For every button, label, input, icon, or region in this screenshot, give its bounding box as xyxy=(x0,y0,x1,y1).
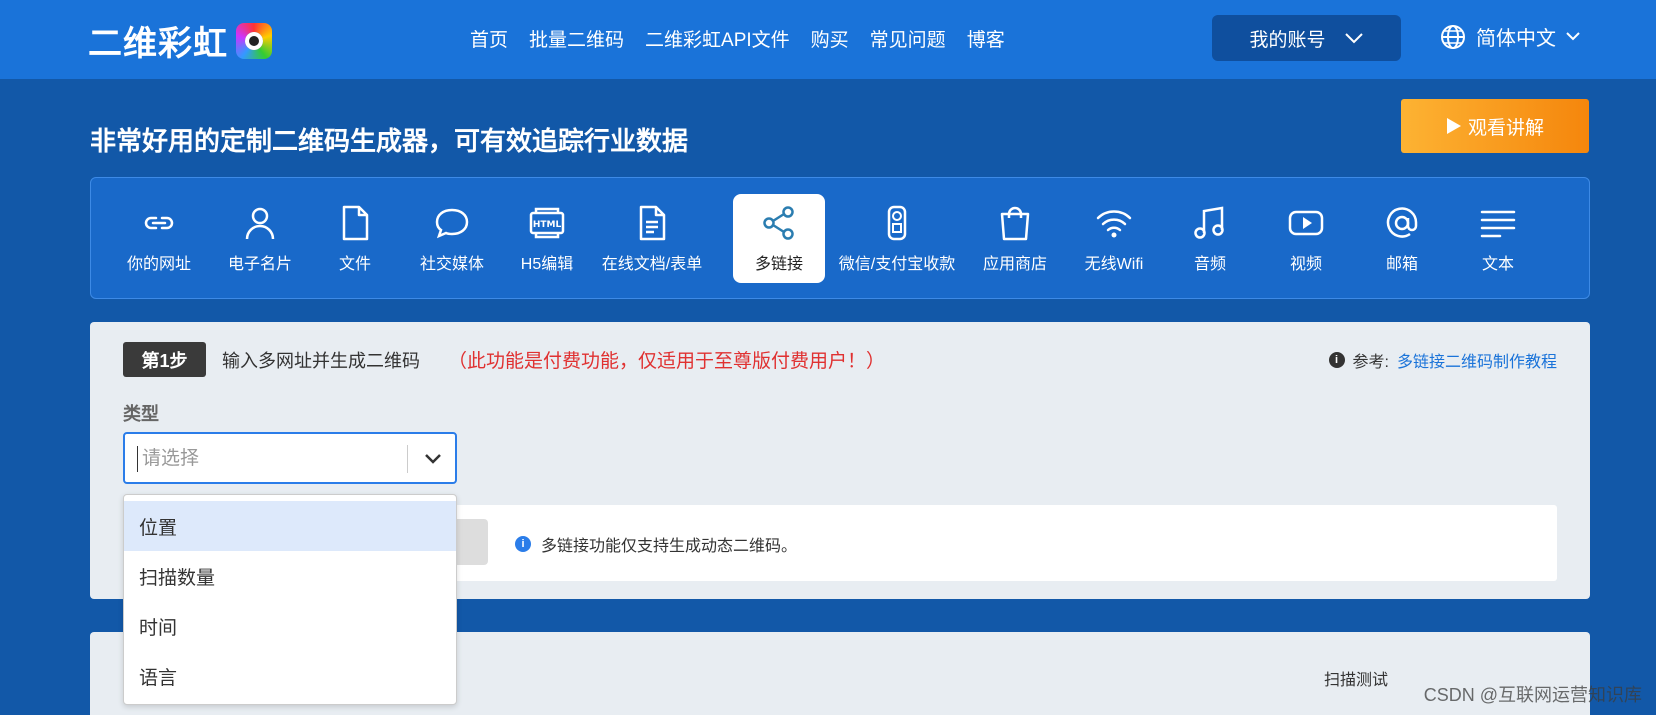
scan-test-label: 扫描测试 xyxy=(1324,672,1389,689)
nav-batch-qr[interactable]: 批量二维码 xyxy=(529,25,624,52)
info-message: i 多链接功能仅支持生成动态二维码。 xyxy=(515,532,797,556)
category-h5[interactable]: HTML H5编辑 xyxy=(505,194,589,283)
chevron-down-icon xyxy=(1566,32,1580,41)
category-label: H5编辑 xyxy=(520,255,574,273)
info-icon: i xyxy=(515,536,531,552)
account-label: 我的账号 xyxy=(1249,29,1326,51)
category-file[interactable]: 文件 xyxy=(313,194,397,283)
step-title: 输入多网址并生成二维码 xyxy=(222,351,420,371)
category-label: 应用商店 xyxy=(982,255,1047,273)
category-social[interactable]: 社交媒体 xyxy=(407,194,497,283)
category-vcard[interactable]: 电子名片 xyxy=(217,194,303,283)
svg-text:HTML: HTML xyxy=(533,220,562,230)
type-dropdown-menu: 位置 扫描数量 时间 语言 xyxy=(123,494,457,705)
category-label: 你的网址 xyxy=(126,255,191,273)
chevron-down-icon xyxy=(1344,33,1363,44)
dropdown-option-language[interactable]: 语言 xyxy=(124,651,456,701)
category-label: 多链接 xyxy=(754,255,803,273)
category-app-store[interactable]: 应用商店 xyxy=(969,194,1061,283)
category-online-doc[interactable]: 在线文档/表单 xyxy=(599,194,705,283)
paid-feature-warning: （此功能是付费功能，仅适用于至尊版付费用户！） xyxy=(448,351,886,372)
info-icon: i xyxy=(1328,352,1345,368)
share-icon xyxy=(763,205,794,240)
category-text[interactable]: 文本 xyxy=(1455,194,1541,283)
category-label: 无线Wifi xyxy=(1084,255,1144,273)
tutorial-link[interactable]: 多链接二维码制作教程 xyxy=(1397,348,1557,372)
category-url[interactable]: 你的网址 xyxy=(117,194,201,283)
page-tagline: 非常好用的定制二维码生成器，可有效追踪行业数据 xyxy=(90,126,689,156)
chat-icon xyxy=(435,208,469,238)
category-label: 文本 xyxy=(1481,255,1514,273)
dropdown-option-location[interactable]: 位置 xyxy=(124,501,456,551)
text-lines-icon xyxy=(1480,210,1516,237)
category-wifi[interactable]: 无线Wifi xyxy=(1071,194,1157,283)
wifi-icon xyxy=(1096,209,1132,237)
main-nav: 首页 批量二维码 二维彩虹API文件 购买 常见问题 博客 xyxy=(470,25,1005,52)
play-icon xyxy=(1446,118,1461,134)
category-video[interactable]: 视频 xyxy=(1263,194,1349,283)
nav-api-docs[interactable]: 二维彩虹API文件 xyxy=(645,25,790,52)
category-multi-link[interactable]: 多链接 xyxy=(733,194,825,283)
reference: i 参考: 多链接二维码制作教程 xyxy=(1328,348,1557,372)
category-email[interactable]: 邮箱 xyxy=(1359,194,1445,283)
nav-faq[interactable]: 常见问题 xyxy=(870,25,946,52)
type-select[interactable] xyxy=(123,432,457,484)
bag-icon xyxy=(1000,206,1030,240)
category-label: 在线文档/表单 xyxy=(601,255,703,273)
qr-type-bar: 你的网址 电子名片 文件 社交媒体 HTML H5编辑 在线文档/表单 多链接 … xyxy=(90,177,1590,299)
category-label: 音频 xyxy=(1193,255,1226,273)
dropdown-option-time[interactable]: 时间 xyxy=(124,601,456,651)
link-icon xyxy=(144,216,174,229)
reference-label: 参考: xyxy=(1352,354,1389,371)
info-message-text: 多链接功能仅支持生成动态二维码。 xyxy=(541,538,798,555)
language-selector[interactable]: 简体中文 xyxy=(1440,22,1580,51)
at-icon xyxy=(1386,206,1418,238)
top-nav-bar: 二维彩虹 首页 批量二维码 二维彩虹API文件 购买 常见问题 博客 我的账号 … xyxy=(0,0,1656,79)
category-label: 微信/支付宝收款 xyxy=(838,255,956,273)
account-button[interactable]: 我的账号 xyxy=(1212,15,1401,61)
logo[interactable]: 二维彩虹 xyxy=(88,16,272,65)
globe-icon xyxy=(1441,24,1465,49)
nav-buy[interactable]: 购买 xyxy=(811,25,849,52)
type-select-input[interactable] xyxy=(137,446,397,472)
category-label: 电子名片 xyxy=(227,255,292,273)
payment-icon xyxy=(887,205,907,240)
nav-home[interactable]: 首页 xyxy=(470,25,508,52)
type-label: 类型 xyxy=(123,404,159,424)
watch-video-button[interactable]: 观看讲解 xyxy=(1401,99,1589,153)
html-icon: HTML xyxy=(529,207,565,238)
category-audio[interactable]: 音频 xyxy=(1167,194,1253,283)
step-badge: 第1步 xyxy=(123,342,206,377)
select-divider xyxy=(407,445,408,473)
chevron-down-icon[interactable] xyxy=(421,447,445,471)
category-payment[interactable]: 微信/支付宝收款 xyxy=(833,194,961,283)
document-icon xyxy=(639,205,666,240)
person-icon xyxy=(245,207,275,239)
video-icon xyxy=(1288,210,1324,235)
language-label: 简体中文 xyxy=(1476,28,1556,50)
logo-text: 二维彩虹 xyxy=(88,25,228,63)
watermark: CSDN @互联网运营知识库 xyxy=(1423,685,1642,705)
music-icon xyxy=(1194,206,1224,239)
file-icon xyxy=(342,205,369,240)
category-label: 文件 xyxy=(338,255,371,273)
category-label: 邮箱 xyxy=(1385,255,1418,273)
dropdown-option-scan-count[interactable]: 扫描数量 xyxy=(124,551,456,601)
category-label: 视频 xyxy=(1289,255,1322,273)
watch-video-label: 观看讲解 xyxy=(1467,117,1544,139)
logo-rainbow-icon xyxy=(236,22,272,59)
nav-blog[interactable]: 博客 xyxy=(967,25,1005,52)
category-label: 社交媒体 xyxy=(419,255,484,273)
